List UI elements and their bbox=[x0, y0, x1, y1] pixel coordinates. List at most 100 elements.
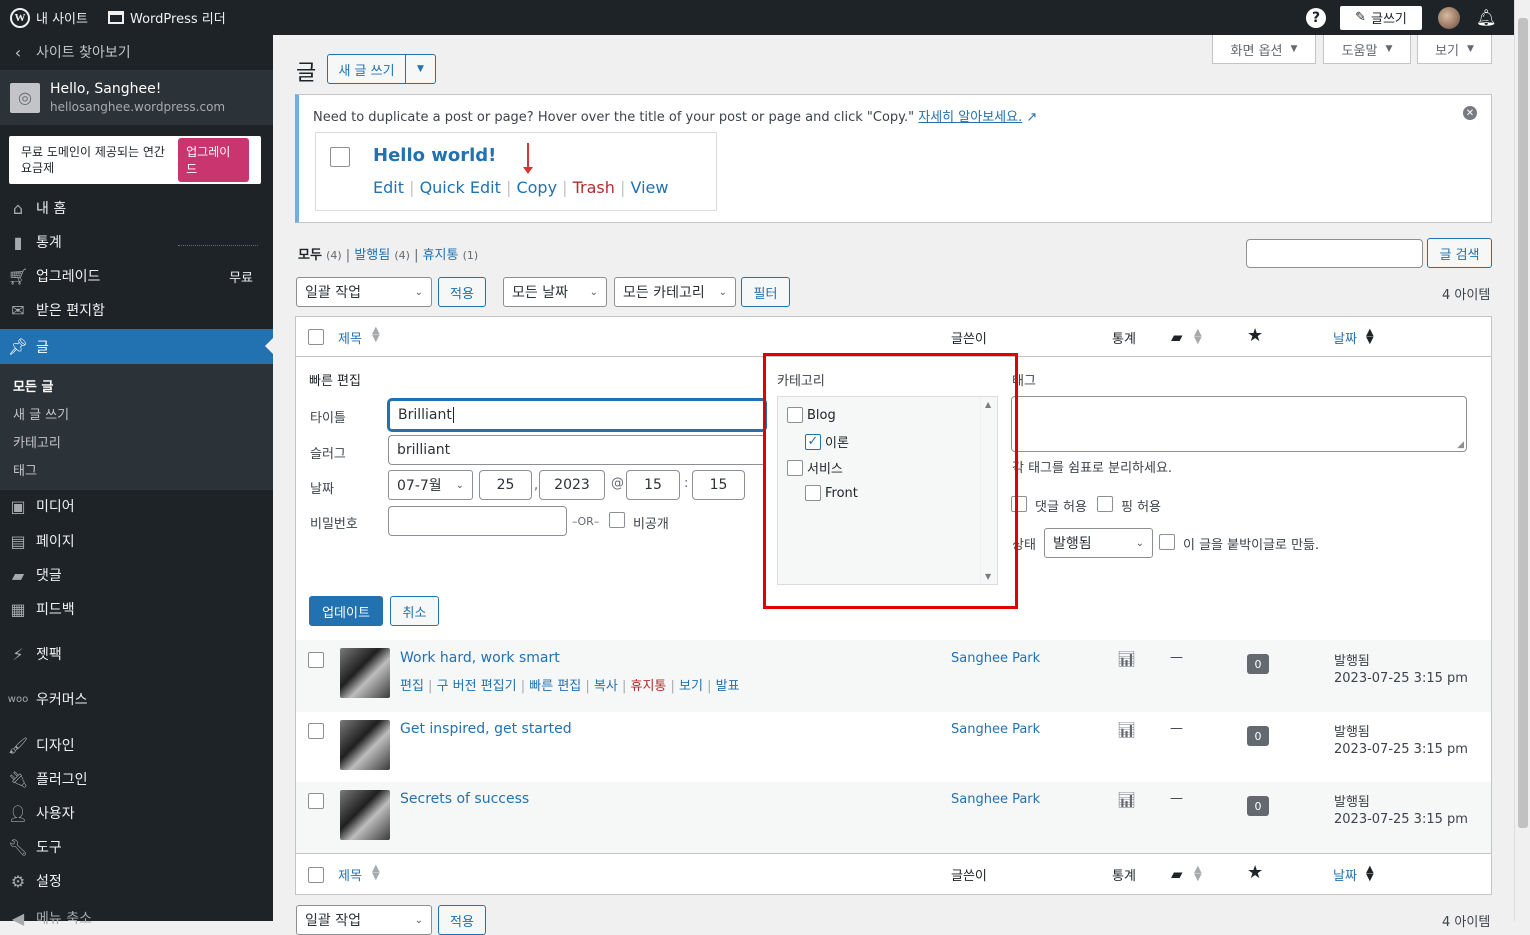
bulk-action-select-bottom[interactable]: 일괄 작업 ⌄ bbox=[296, 905, 432, 935]
cancel-button[interactable]: 취소 bbox=[390, 596, 439, 626]
row-action-classic-editor[interactable]: 구 버전 편집기 bbox=[437, 679, 517, 694]
submenu-all-posts[interactable]: 모든 글 bbox=[13, 376, 53, 395]
sidebar-item-home[interactable]: ⌂ 내 홈 bbox=[0, 191, 273, 225]
sidebar-item-plugins[interactable]: 🔌︎ 플러그인 bbox=[0, 762, 273, 796]
submenu-categories[interactable]: 카테고리 bbox=[13, 432, 61, 451]
stats-chart-icon[interactable]: 📊︎ bbox=[1117, 650, 1136, 668]
sidebar-item-label: 디자인 bbox=[36, 738, 75, 754]
year-input[interactable]: 2023 bbox=[539, 470, 605, 500]
example-view: View bbox=[630, 178, 669, 197]
allow-pings-checkbox[interactable] bbox=[1097, 496, 1113, 512]
submenu-tags[interactable]: 태그 bbox=[13, 460, 37, 479]
post-title-link[interactable]: Get inspired, get started bbox=[400, 721, 572, 737]
apply-button[interactable]: 적용 bbox=[438, 277, 486, 307]
sticky-checkbox[interactable] bbox=[1159, 534, 1175, 550]
stats-chart-icon[interactable]: 📊︎ bbox=[1117, 721, 1136, 739]
select-all-checkbox[interactable] bbox=[308, 329, 324, 345]
sidebar-item-appearance[interactable]: 🖌︎ 디자인 bbox=[0, 728, 273, 762]
help-tab[interactable]: 도움말 ▼ bbox=[1323, 35, 1411, 64]
sidebar-item-media[interactable]: ▣ 미디어 bbox=[0, 489, 273, 523]
comment-bubble-icon[interactable]: ▰ bbox=[1171, 865, 1183, 883]
row-action-view[interactable]: 보기 bbox=[679, 679, 703, 694]
view-tab[interactable]: 보기 ▼ bbox=[1417, 35, 1492, 64]
sidebar-item-comments[interactable]: ▰ 댓글 bbox=[0, 558, 273, 592]
star-icon[interactable]: ★ bbox=[1247, 862, 1263, 883]
site-switcher-back[interactable]: ‹ 사이트 찾아보기 bbox=[0, 35, 273, 69]
col-title[interactable]: 제목 bbox=[338, 865, 362, 884]
sidebar-item-settings[interactable]: ⚙︎ 설정 bbox=[0, 864, 273, 898]
sidebar-item-posts[interactable]: 📌︎ 글 bbox=[0, 329, 273, 364]
sidebar-item-tools[interactable]: 🔧︎ 도구 bbox=[0, 830, 273, 864]
row-action-copy[interactable]: 복사 bbox=[594, 679, 618, 694]
col-date[interactable]: 날짜 bbox=[1333, 865, 1357, 884]
row-checkbox[interactable] bbox=[308, 652, 324, 668]
date-filter-select[interactable]: 모든 날짜 ⌄ bbox=[503, 277, 607, 307]
star-icon[interactable]: ★ bbox=[1247, 325, 1263, 346]
page-scrollbar[interactable] bbox=[1514, 0, 1530, 921]
day-input[interactable]: 25 bbox=[479, 470, 532, 500]
post-search-input[interactable] bbox=[1246, 239, 1423, 268]
new-post-button[interactable]: 새 글 쓰기 bbox=[328, 55, 406, 83]
chevron-down-icon: ⌄ bbox=[414, 914, 423, 926]
help-button[interactable]: ? bbox=[1306, 7, 1326, 28]
apply-button-bottom[interactable]: 적용 bbox=[438, 905, 486, 935]
select-all-checkbox[interactable] bbox=[308, 867, 324, 883]
search-posts-button[interactable]: 글 검색 bbox=[1427, 238, 1492, 268]
tags-textarea[interactable]: ◢ bbox=[1011, 396, 1467, 452]
post-title-link[interactable]: Work hard, work smart bbox=[400, 650, 560, 666]
filter-trash[interactable]: 휴지통 bbox=[423, 248, 459, 263]
sidebar-item-inbox[interactable]: ✉ 받은 편지함 bbox=[0, 293, 273, 327]
row-action-edit[interactable]: 편집 bbox=[400, 679, 424, 694]
site-card[interactable]: ◎ Hello, Sanghee! hellosanghee.wordpress… bbox=[0, 70, 273, 125]
filter-button[interactable]: 필터 bbox=[741, 277, 790, 307]
minute-input[interactable]: 15 bbox=[692, 470, 745, 500]
avatar[interactable] bbox=[1438, 6, 1460, 29]
sidebar-collapse[interactable]: ◀ 메뉴 축소 bbox=[0, 901, 273, 935]
post-author-link[interactable]: Sanghee Park bbox=[951, 792, 1040, 807]
row-checkbox[interactable] bbox=[308, 793, 324, 809]
sidebar-item-feedback[interactable]: ▦ 피드백 bbox=[0, 592, 273, 626]
title-input[interactable]: Brilliant bbox=[388, 399, 766, 431]
sidebar-item-woocommerce[interactable]: woo 우커머스 bbox=[0, 682, 273, 716]
col-title[interactable]: 제목 bbox=[338, 328, 362, 347]
update-button[interactable]: 업데이트 bbox=[309, 596, 383, 626]
site-title: Hello, Sanghee! bbox=[50, 81, 162, 97]
filter-published[interactable]: 발행됨 bbox=[354, 248, 390, 263]
row-action-quick-edit[interactable]: 빠른 편집 bbox=[529, 679, 581, 694]
row-action-share[interactable]: 발표 bbox=[716, 679, 740, 694]
promo-upgrade-button[interactable]: 업그레이드 bbox=[178, 138, 249, 182]
sidebar-item-users[interactable]: 👤︎ 사용자 bbox=[0, 796, 273, 830]
password-input[interactable] bbox=[388, 506, 567, 536]
write-button[interactable]: ✎ 글쓰기 bbox=[1340, 5, 1422, 30]
status-select[interactable]: 발행됨 ⌄ bbox=[1044, 528, 1153, 558]
post-author-link[interactable]: Sanghee Park bbox=[951, 651, 1040, 666]
private-checkbox[interactable] bbox=[609, 512, 625, 528]
my-site-menu[interactable]: W 내 사이트 bbox=[0, 0, 98, 35]
reader-menu[interactable]: WordPress 리더 bbox=[98, 0, 236, 35]
category-filter-select[interactable]: 모든 카테고리 ⌄ bbox=[614, 277, 736, 307]
screen-options-tab[interactable]: 화면 옵션 ▼ bbox=[1212, 35, 1316, 64]
resize-handle-icon[interactable]: ◢ bbox=[1457, 440, 1464, 450]
col-date[interactable]: 날짜 bbox=[1333, 328, 1357, 347]
bulk-action-select[interactable]: 일괄 작업 ⌄ bbox=[296, 277, 432, 307]
sidebar-item-pages[interactable]: ▤ 페이지 bbox=[0, 524, 273, 558]
post-title-link[interactable]: Secrets of success bbox=[400, 791, 529, 807]
notifications-icon[interactable]: 🔔︎ bbox=[1476, 8, 1496, 27]
filter-all[interactable]: 모두 bbox=[298, 248, 322, 263]
hour-input[interactable]: 15 bbox=[626, 470, 680, 500]
sidebar-item-upgrade[interactable]: 🛒︎ 업그레이드 무료 bbox=[0, 259, 273, 293]
row-action-trash[interactable]: 휴지통 bbox=[630, 679, 666, 694]
learn-more-link[interactable]: 자세히 알아보세요. bbox=[918, 110, 1022, 125]
stats-chart-icon[interactable]: 📊︎ bbox=[1117, 791, 1136, 809]
month-select[interactable]: 07-7월 ⌄ bbox=[388, 470, 473, 500]
sidebar-item-jetpack[interactable]: ⚡︎ 젯팩 bbox=[0, 637, 273, 671]
post-author-link[interactable]: Sanghee Park bbox=[951, 722, 1040, 737]
sidebar-item-label: 미디어 bbox=[36, 499, 75, 515]
new-post-dropdown-icon[interactable]: ▼ bbox=[406, 55, 435, 83]
row-checkbox[interactable] bbox=[308, 723, 324, 739]
sidebar-item-stats[interactable]: ▮ 통계 bbox=[0, 225, 273, 259]
dismiss-notice-icon[interactable]: ✕ bbox=[1463, 106, 1477, 120]
submenu-new-post[interactable]: 새 글 쓰기 bbox=[13, 404, 69, 423]
comment-bubble-icon[interactable]: ▰ bbox=[1171, 328, 1183, 346]
slug-input[interactable]: brilliant bbox=[388, 435, 766, 465]
